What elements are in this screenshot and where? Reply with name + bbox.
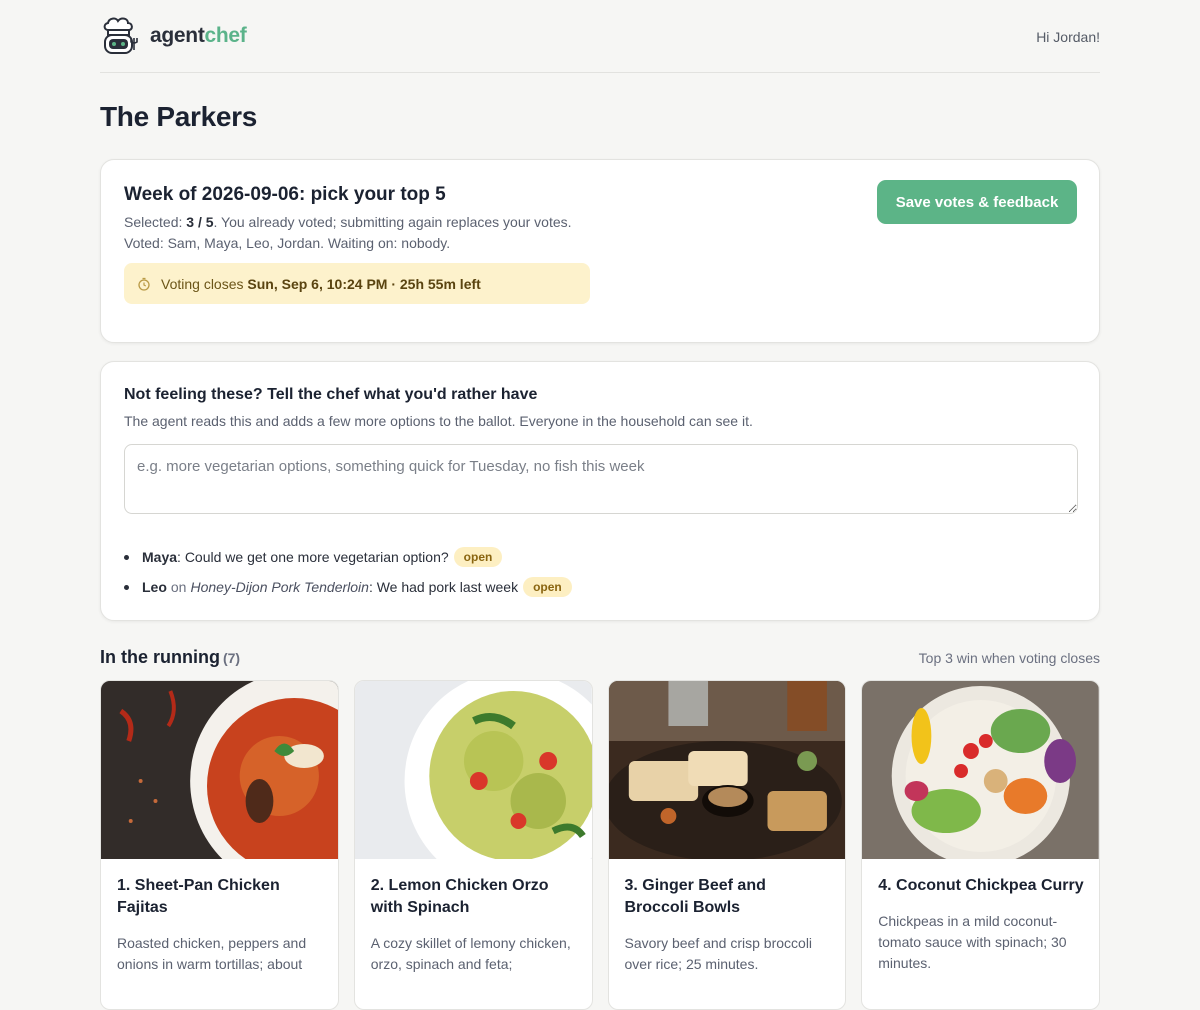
feedback-card: Not feeling these? Tell the chef what yo… [100, 361, 1100, 621]
feedback-dish: Honey-Dijon Pork Tenderloin [190, 579, 369, 595]
running-note: Top 3 win when voting closes [918, 650, 1100, 666]
feedback-item: Maya: Could we get one more vegetarian o… [124, 542, 572, 572]
dish-card[interactable]: 3. Ginger Beef and Broccoli Bowls Savory… [607, 680, 847, 1010]
status-badge: open [453, 547, 503, 567]
dish-card[interactable]: 1. Sheet-Pan Chicken Fajitas Roasted chi… [100, 680, 339, 1010]
dish-name: 4. Coconut Chickpea Curry [878, 877, 1084, 894]
dish-photo [354, 681, 592, 859]
bullet [124, 584, 129, 590]
page-title: The Parkers [100, 101, 258, 132]
clock-icon [138, 277, 150, 291]
bullet [124, 554, 129, 560]
dish-description: Savory beef and crisp broccoli over rice… [624, 935, 813, 972]
logo-word-chef: chef [204, 24, 247, 47]
feedback-item: Leo on Honey-Dijon Pork Tenderloin: We had… [124, 572, 572, 602]
logo-word-agent: agent [150, 24, 205, 47]
dish-description: Roasted chicken, peppers and onions in w… [117, 935, 307, 972]
save-votes-button[interactable]: Save votes & feedback [877, 180, 1077, 224]
voted-status: Voted: Sam, Maya, Leo, Jordan. Waiting o… [124, 235, 451, 251]
feedback-on-label: on [170, 579, 187, 595]
feedback-title: Not feeling these? Tell the chef what yo… [124, 386, 538, 403]
logo-text: agentchef [150, 24, 247, 48]
page: agentchef Hi Jordan! The Parkers Week of… [100, 0, 1100, 1010]
user-greeting: Hi Jordan! [1036, 29, 1100, 45]
feedback-input[interactable] [124, 444, 1078, 514]
feedback-text: Could we get one more vegetarian option? [184, 549, 449, 565]
selected-label: Selected: [124, 214, 187, 230]
dish-card[interactable]: 4. Coconut Chickpea Curry Chickpeas in a… [861, 680, 1100, 1010]
dish-description: Chickpeas in a mild coconut-tomato sauce… [878, 913, 1067, 971]
status-badge: open [523, 577, 572, 597]
feedback-subtitle: The agent reads this and adds a few more… [124, 413, 753, 429]
dish-description: A cozy skillet of lemony chicken, orzo, … [370, 935, 571, 972]
dish-grid: 1. Sheet-Pan Chicken Fajitas Roasted chi… [100, 680, 1100, 1010]
running-heading: In the running (7) [100, 647, 240, 668]
feedback-separator: : [368, 579, 377, 595]
dish-photo [608, 681, 846, 859]
dish-name: 3. Ginger Beef and Broccoli Bowls [624, 877, 766, 916]
feedback-author: Leo [142, 579, 167, 595]
deadline-time: Sun, Sep 6, 10:24 PM · 25h 55m left [247, 275, 481, 292]
feedback-separator: : [177, 549, 185, 565]
dish-name: 1. Sheet-Pan Chicken Fajitas [117, 877, 280, 916]
feedback-list: Maya: Could we get one more vegetarian o… [124, 542, 572, 602]
logo[interactable]: agentchef [100, 16, 247, 56]
selected-note: . You already voted; submitting again re… [213, 214, 572, 230]
running-count: (7) [222, 650, 241, 666]
voting-deadline-banner: Voting closes Sun, Sep 6, 10:24 PM · 25h… [124, 263, 590, 304]
feedback-text: We had pork last week [376, 579, 519, 595]
selected-status: Selected: 3 / 5. You already voted; subm… [124, 214, 572, 230]
dish-card[interactable]: 2. Lemon Chicken Orzo with Spinach A coz… [353, 680, 593, 1010]
dish-photo [862, 681, 1099, 859]
ballot-card: Week of 2026-09-06: pick your top 5 Sele… [100, 159, 1100, 343]
dish-name: 2. Lemon Chicken Orzo with Spinach [370, 877, 549, 916]
chef-robot-logo-icon [103, 17, 138, 54]
ballot-title: Week of 2026-09-06: pick your top 5 [124, 184, 446, 205]
top-bar: agentchef Hi Jordan! [100, 0, 1100, 73]
deadline-prefix: Voting closes [161, 275, 248, 292]
dish-photo [101, 681, 338, 859]
running-title: In the running [100, 647, 220, 667]
feedback-author: Maya [142, 549, 178, 565]
selected-count: 3 / 5 [186, 214, 214, 230]
